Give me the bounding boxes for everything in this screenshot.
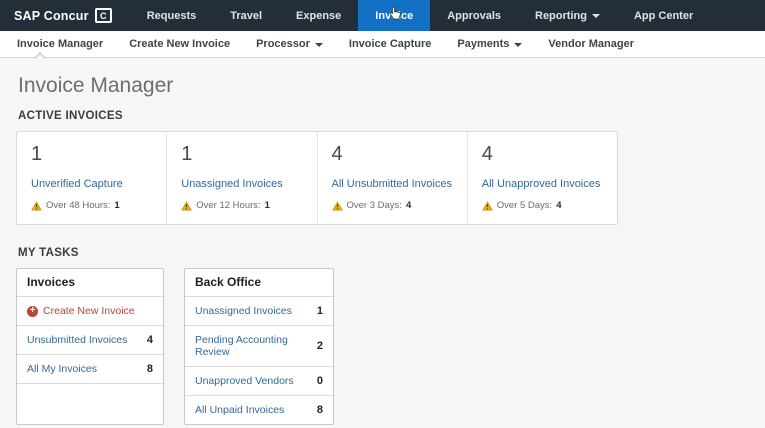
sap-concur-brand[interactable]: SAP Concur C xyxy=(0,0,130,31)
card-link[interactable]: All Unsubmitted Invoices xyxy=(332,178,452,190)
top-nav-app-center[interactable]: App Center xyxy=(617,0,710,31)
my-tasks-heading: MY TASKS xyxy=(18,247,79,259)
task-row-count: 4 xyxy=(146,334,153,346)
warning-triangle-icon xyxy=(31,200,42,210)
page-title: Invoice Manager xyxy=(18,74,174,97)
task-row-label: All Unpaid Invoices xyxy=(195,404,285,416)
task-row-unassigned-invoices[interactable]: Unassigned Invoices 1 xyxy=(185,296,333,325)
top-nav-travel[interactable]: Travel xyxy=(213,0,279,31)
warning-count: 4 xyxy=(405,200,412,211)
task-row-count: 1 xyxy=(316,305,323,317)
empty-row xyxy=(17,383,163,409)
action-label: + Create New Invoice xyxy=(27,305,135,317)
card-link[interactable]: Unverified Capture xyxy=(31,178,123,190)
create-new-invoice-action[interactable]: + Create New Invoice xyxy=(17,296,163,325)
top-app-bar: SAP Concur C Requests Travel Expense Inv… xyxy=(0,0,765,31)
task-row-label: All My Invoices xyxy=(27,363,98,375)
task-row-pending-accounting-review[interactable]: Pending Accounting Review 2 xyxy=(185,325,333,366)
panel-title: Back Office xyxy=(195,275,262,289)
warning-label: Over 3 Days: xyxy=(346,200,402,211)
warning-triangle-icon xyxy=(181,200,193,210)
concur-logo-icon: C xyxy=(94,8,112,23)
task-row-all-my-invoices[interactable]: All My Invoices 8 xyxy=(17,354,163,383)
card-count: 1 xyxy=(31,143,43,165)
hand-cursor-icon xyxy=(390,7,401,20)
top-nav-invoice[interactable]: Invoice xyxy=(358,0,431,31)
task-row-count: 2 xyxy=(316,340,323,352)
my-tasks-panels: Invoices + Create New Invoice Unsubmitte… xyxy=(16,268,749,425)
panel-title: Invoices xyxy=(27,275,76,289)
subnav-label: Invoice Capture xyxy=(348,38,432,50)
warning-count: 4 xyxy=(556,200,562,211)
top-nav: Requests Travel Expense Invoice Approval… xyxy=(130,0,711,31)
back-office-panel: Back Office Unassigned Invoices 1 Pendin… xyxy=(184,268,334,425)
subnav-processor[interactable]: Processor xyxy=(243,38,336,50)
card-count: 4 xyxy=(331,143,343,165)
task-row-count: 8 xyxy=(146,363,153,375)
task-row-unapproved-vendors[interactable]: Unapproved Vendors 0 xyxy=(185,366,333,395)
task-row-unsubmitted-invoices[interactable]: Unsubmitted Invoices 4 xyxy=(17,325,163,354)
task-row-label: Pending Accounting Review xyxy=(195,334,288,358)
top-nav-reporting[interactable]: Reporting xyxy=(518,0,617,31)
task-row-label: Unsubmitted Invoices xyxy=(27,334,128,346)
card-warning: Over 3 Days: 4 xyxy=(331,200,453,211)
card-warning: Over 48 Hours: 1 xyxy=(31,200,152,211)
task-row-count: 0 xyxy=(316,375,323,387)
card-unverified-capture: 1 Unverified Capture Over 48 Hours: 1 xyxy=(17,132,166,224)
subnav-label: Create New Invoice xyxy=(129,38,231,50)
caret-down-icon xyxy=(591,14,600,18)
top-nav-approvals[interactable]: Approvals xyxy=(430,0,518,31)
subnav-label: Vendor Manager xyxy=(548,38,634,50)
caret-down-icon xyxy=(314,42,323,47)
card-all-unsubmitted-invoices: 4 All Unsubmitted Invoices Over 3 Days: … xyxy=(316,132,467,224)
subnav-payments[interactable]: Payments xyxy=(444,38,535,50)
top-nav-label: Reporting xyxy=(535,9,587,22)
caret-down-icon xyxy=(514,42,523,47)
task-row-label: Unapproved Vendors xyxy=(195,375,294,387)
card-count: 1 xyxy=(181,143,193,165)
active-invoices-heading: ACTIVE INVOICES xyxy=(18,110,123,122)
warning-label: Over 48 Hours: xyxy=(46,200,111,211)
top-nav-label: Approvals xyxy=(447,9,501,22)
warning-count: 1 xyxy=(114,200,120,211)
subnav-vendor-manager[interactable]: Vendor Manager xyxy=(535,38,647,50)
task-row-all-unpaid-invoices[interactable]: All Unpaid Invoices 8 xyxy=(185,395,333,424)
active-invoices-panel: 1 Unverified Capture Over 48 Hours: 1 1 … xyxy=(16,131,618,225)
task-row-label: Unassigned Invoices xyxy=(195,305,292,317)
invoice-sub-nav: Invoice Manager Create New Invoice Proce… xyxy=(0,31,765,64)
card-link[interactable]: All Unapproved Invoices xyxy=(482,178,601,190)
subnav-create-new-invoice[interactable]: Create New Invoice xyxy=(116,38,243,50)
invoices-panel: Invoices + Create New Invoice Unsubmitte… xyxy=(16,268,164,425)
subnav-invoice-capture[interactable]: Invoice Capture xyxy=(336,38,445,50)
warning-label: Over 5 Days: xyxy=(496,200,553,211)
top-nav-label: Requests xyxy=(146,9,197,22)
card-all-unapproved-invoices: 4 All Unapproved Invoices Over 5 Days: 4 xyxy=(466,132,617,224)
top-nav-label: Travel xyxy=(230,9,263,22)
warning-label: Over 12 Hours: xyxy=(196,200,261,211)
subnav-label: Invoice Manager xyxy=(17,38,104,50)
card-warning: Over 12 Hours: 1 xyxy=(181,200,302,211)
top-nav-expense[interactable]: Expense xyxy=(279,0,358,31)
warning-count: 1 xyxy=(264,200,270,211)
top-nav-label: App Center xyxy=(633,9,694,22)
card-link[interactable]: Unassigned Invoices xyxy=(181,178,283,190)
task-row-count: 8 xyxy=(316,404,323,416)
subnav-label: Processor xyxy=(256,38,310,50)
plus-circle-icon: + xyxy=(27,305,38,317)
warning-triangle-icon xyxy=(331,200,343,210)
action-text: Create New Invoice xyxy=(43,305,135,317)
brand-name: SAP Concur xyxy=(14,8,89,23)
card-unassigned-invoices: 1 Unassigned Invoices Over 12 Hours: 1 xyxy=(166,132,316,224)
warning-triangle-icon xyxy=(481,200,493,210)
subnav-invoice-manager[interactable]: Invoice Manager xyxy=(4,38,116,50)
top-nav-label: Expense xyxy=(296,9,342,22)
main-content: Invoice Manager ACTIVE INVOICES 1 Unveri… xyxy=(0,58,765,425)
card-count: 4 xyxy=(481,143,493,165)
card-warning: Over 5 Days: 4 xyxy=(481,200,603,211)
top-nav-requests[interactable]: Requests xyxy=(130,0,214,31)
subnav-label: Payments xyxy=(457,38,510,50)
